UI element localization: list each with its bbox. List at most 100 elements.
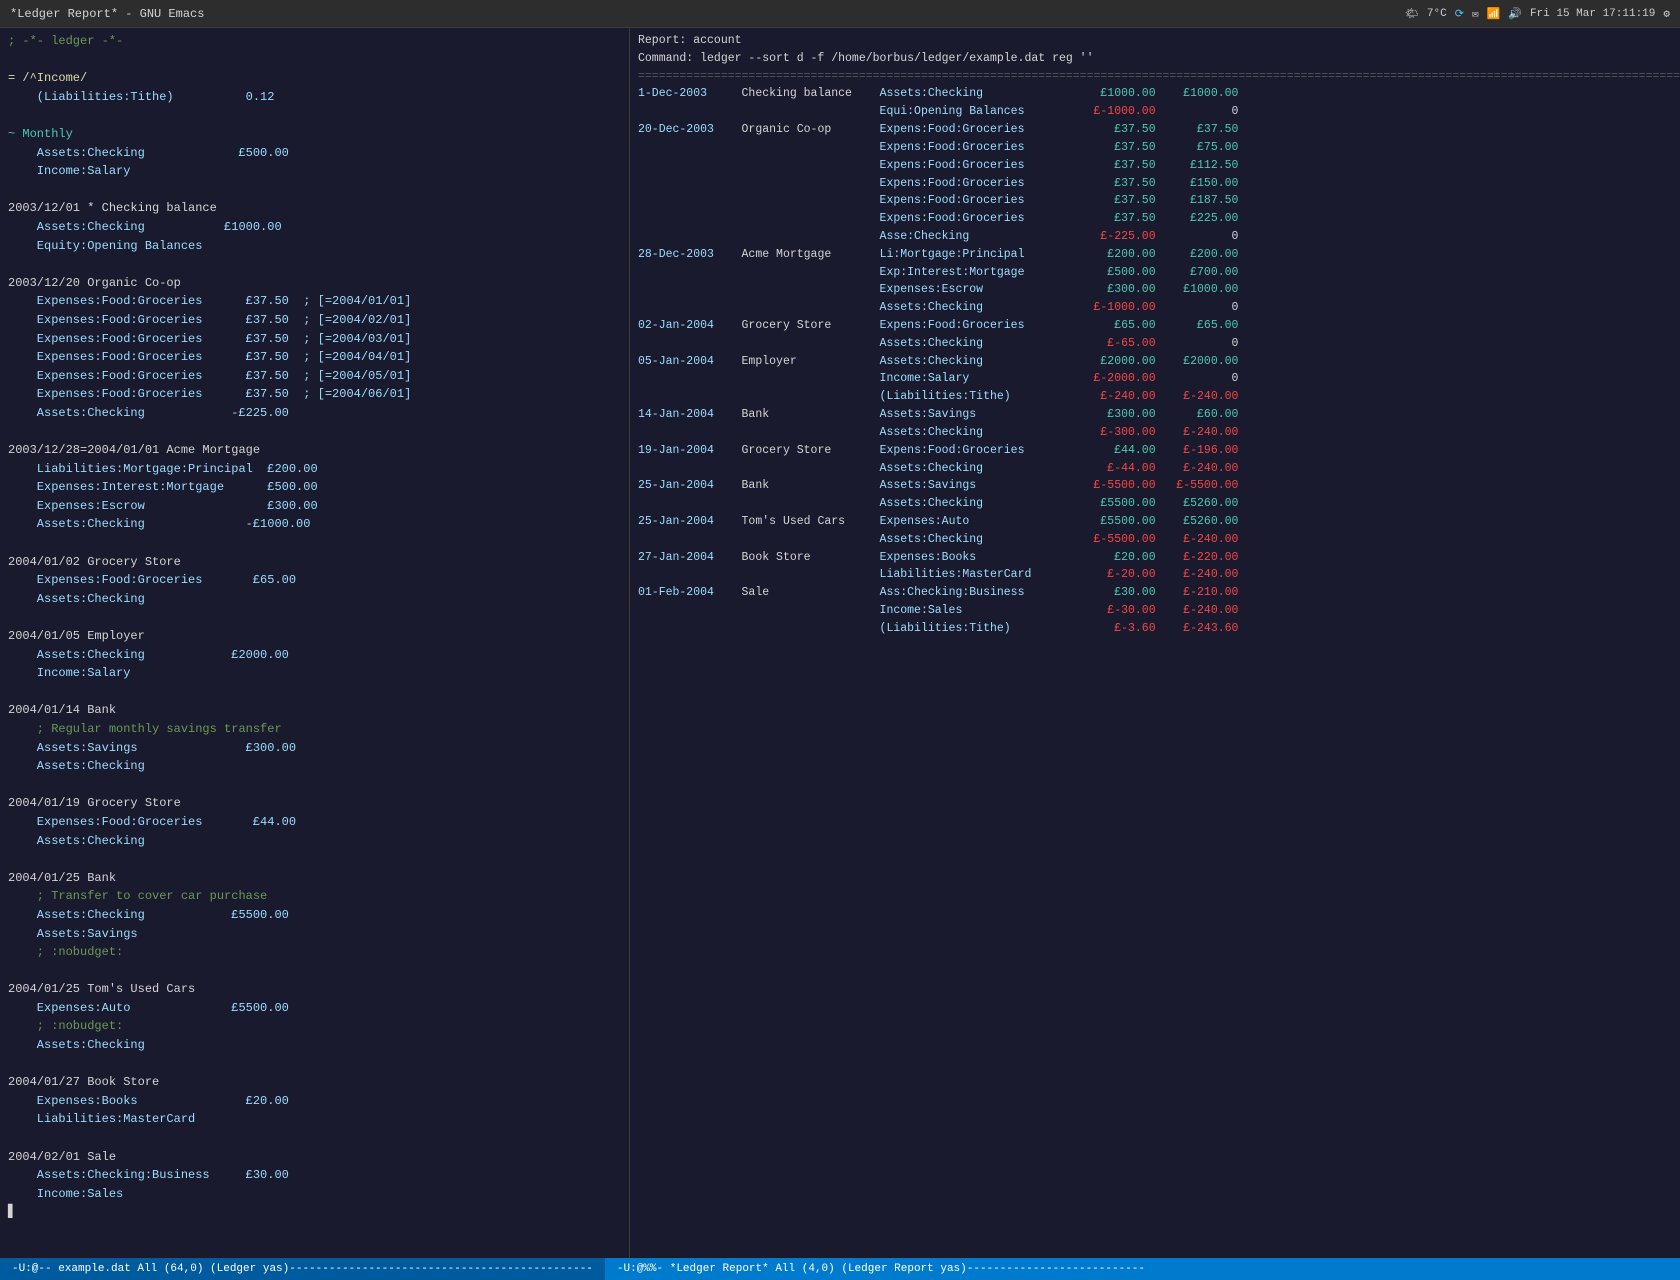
report-divider: ========================================… bbox=[630, 68, 1680, 86]
left-line-28: 2004/01/02 Grocery Store bbox=[0, 553, 629, 572]
report-header-label: Report: account bbox=[630, 32, 1680, 50]
left-content: ; -*- ledger -*- = /^Income/ (Liabilitie… bbox=[0, 32, 629, 1222]
left-line-44 bbox=[0, 850, 629, 869]
left-line-52: Expenses:Auto £5500.00 bbox=[0, 999, 629, 1018]
volume-icon[interactable]: 🔊 bbox=[1508, 7, 1522, 21]
left-line-57: Expenses:Books £20.00 bbox=[0, 1092, 629, 1111]
report-row-0: 1-Dec-2003 Checking balance Assets:Check… bbox=[630, 85, 1680, 103]
report-row-24: 25-Jan-2004 Tom's Used Cars Expenses:Aut… bbox=[630, 513, 1680, 531]
left-line-54: Assets:Checking bbox=[0, 1036, 629, 1055]
report-row-7: Expens:Food:Groceries £37.50 £225.00 bbox=[630, 210, 1680, 228]
left-line-29: Expenses:Food:Groceries £65.00 bbox=[0, 571, 629, 590]
temperature: 7°C bbox=[1427, 8, 1447, 20]
report-row-14: Assets:Checking £-65.00 0 bbox=[630, 335, 1680, 353]
left-line-41: 2004/01/19 Grocery Store bbox=[0, 794, 629, 813]
left-line-8 bbox=[0, 181, 629, 200]
report-row-20: 19-Jan-2004 Grocery Store Expens:Food:Gr… bbox=[630, 442, 1680, 460]
left-line-59 bbox=[0, 1129, 629, 1148]
left-line-33: Assets:Checking £2000.00 bbox=[0, 646, 629, 665]
right-content: Report: accountCommand: ledger --sort d … bbox=[630, 32, 1680, 638]
left-line-61: Assets:Checking:Business £30.00 bbox=[0, 1166, 629, 1185]
sync-icon[interactable]: ⟳ bbox=[1455, 7, 1464, 21]
report-row-2: 20-Dec-2003 Organic Co-op Expens:Food:Gr… bbox=[630, 121, 1680, 139]
report-row-1: Equi:Opening Balances £-1000.00 0 bbox=[630, 103, 1680, 121]
left-line-19: Expenses:Food:Groceries £37.50 ; [=2004/… bbox=[0, 385, 629, 404]
left-line-25: Expenses:Escrow £300.00 bbox=[0, 497, 629, 516]
left-line-21 bbox=[0, 422, 629, 441]
left-line-47: Assets:Checking £5500.00 bbox=[0, 906, 629, 925]
left-line-49: ; :nobudget: bbox=[0, 943, 629, 962]
report-row-22: 25-Jan-2004 Bank Assets:Savings £-5500.0… bbox=[630, 477, 1680, 495]
report-row-11: Expenses:Escrow £300.00 £1000.00 bbox=[630, 281, 1680, 299]
left-line-42: Expenses:Food:Groceries £44.00 bbox=[0, 813, 629, 832]
report-row-6: Expens:Food:Groceries £37.50 £187.50 bbox=[630, 192, 1680, 210]
left-line-7: Income:Salary bbox=[0, 162, 629, 181]
left-line-13: 2003/12/20 Organic Co-op bbox=[0, 274, 629, 293]
statusbar-left-text: -U:@-- example.dat All (64,0) (Ledger ya… bbox=[12, 1263, 593, 1275]
left-line-10: Assets:Checking £1000.00 bbox=[0, 218, 629, 237]
left-line-26: Assets:Checking -£1000.00 bbox=[0, 515, 629, 534]
left-line-24: Expenses:Interest:Mortgage £500.00 bbox=[0, 478, 629, 497]
left-line-0: ; -*- ledger -*- bbox=[0, 32, 629, 51]
report-row-3: Expens:Food:Groceries £37.50 £75.00 bbox=[630, 139, 1680, 157]
report-row-15: 05-Jan-2004 Employer Assets:Checking £20… bbox=[630, 353, 1680, 371]
right-pane[interactable]: Report: accountCommand: ledger --sort d … bbox=[630, 28, 1680, 1258]
report-row-4: Expens:Food:Groceries £37.50 £112.50 bbox=[630, 157, 1680, 175]
left-line-53: ; :nobudget: bbox=[0, 1017, 629, 1036]
left-pane[interactable]: ; -*- ledger -*- = /^Income/ (Liabilitie… bbox=[0, 28, 630, 1258]
clock: Fri 15 Mar 17:11:19 bbox=[1530, 8, 1655, 20]
left-line-38: Assets:Savings £300.00 bbox=[0, 739, 629, 758]
left-line-45: 2004/01/25 Bank bbox=[0, 869, 629, 888]
statusbar: -U:@-- example.dat All (64,0) (Ledger ya… bbox=[0, 1258, 1680, 1280]
statusbar-right-text: -U:@%%- *Ledger Report* All (4,0) (Ledge… bbox=[617, 1263, 1145, 1275]
main-container: ; -*- ledger -*- = /^Income/ (Liabilitie… bbox=[0, 28, 1680, 1258]
left-line-30: Assets:Checking bbox=[0, 590, 629, 609]
report-row-8: Asse:Checking £-225.00 0 bbox=[630, 228, 1680, 246]
titlebar-right: 🌤 7°C ⟳ ✉ 📶 🔊 Fri 15 Mar 17:11:19 ⚙ bbox=[1405, 7, 1670, 21]
network-icon: 📶 bbox=[1487, 7, 1501, 21]
report-row-21: Assets:Checking £-44.00 £-240.00 bbox=[630, 460, 1680, 478]
titlebar-title: *Ledger Report* - GNU Emacs bbox=[10, 7, 204, 21]
left-line-27 bbox=[0, 534, 629, 553]
left-line-48: Assets:Savings bbox=[0, 925, 629, 944]
left-line-12 bbox=[0, 255, 629, 274]
left-line-62: Income:Sales bbox=[0, 1185, 629, 1204]
report-row-30: (Liabilities:Tithe) £-3.60 £-243.60 bbox=[630, 620, 1680, 638]
statusbar-left: -U:@-- example.dat All (64,0) (Ledger ya… bbox=[0, 1258, 605, 1280]
left-line-17: Expenses:Food:Groceries £37.50 ; [=2004/… bbox=[0, 348, 629, 367]
mail-icon[interactable]: ✉ bbox=[1472, 7, 1479, 21]
settings-icon[interactable]: ⚙ bbox=[1663, 7, 1670, 21]
report-row-28: 01-Feb-2004 Sale Ass:Checking:Business £… bbox=[630, 584, 1680, 602]
left-line-6: Assets:Checking £500.00 bbox=[0, 144, 629, 163]
report-row-10: Exp:Interest:Mortgage £500.00 £700.00 bbox=[630, 264, 1680, 282]
left-line-5: ~ Monthly bbox=[0, 125, 629, 144]
left-line-63: ▋ bbox=[0, 1203, 629, 1222]
left-line-15: Expenses:Food:Groceries £37.50 ; [=2004/… bbox=[0, 311, 629, 330]
titlebar: *Ledger Report* - GNU Emacs 🌤 7°C ⟳ ✉ 📶 … bbox=[0, 0, 1680, 28]
report-row-13: 02-Jan-2004 Grocery Store Expens:Food:Gr… bbox=[630, 317, 1680, 335]
report-row-29: Income:Sales £-30.00 £-240.00 bbox=[630, 602, 1680, 620]
weather-icon: 🌤 bbox=[1405, 7, 1419, 21]
report-row-17: (Liabilities:Tithe) £-240.00 £-240.00 bbox=[630, 388, 1680, 406]
left-line-58: Liabilities:MasterCard bbox=[0, 1110, 629, 1129]
left-line-46: ; Transfer to cover car purchase bbox=[0, 887, 629, 906]
left-line-35 bbox=[0, 683, 629, 702]
report-row-5: Expens:Food:Groceries £37.50 £150.00 bbox=[630, 175, 1680, 193]
left-line-4 bbox=[0, 106, 629, 125]
report-row-23: Assets:Checking £5500.00 £5260.00 bbox=[630, 495, 1680, 513]
left-line-1 bbox=[0, 51, 629, 70]
left-line-20: Assets:Checking -£225.00 bbox=[0, 404, 629, 423]
report-row-26: 27-Jan-2004 Book Store Expenses:Books £2… bbox=[630, 549, 1680, 567]
left-line-55 bbox=[0, 1055, 629, 1074]
left-line-14: Expenses:Food:Groceries £37.50 ; [=2004/… bbox=[0, 292, 629, 311]
report-row-18: 14-Jan-2004 Bank Assets:Savings £300.00 … bbox=[630, 406, 1680, 424]
left-line-50 bbox=[0, 962, 629, 981]
left-line-56: 2004/01/27 Book Store bbox=[0, 1073, 629, 1092]
left-line-34: Income:Salary bbox=[0, 664, 629, 683]
left-line-60: 2004/02/01 Sale bbox=[0, 1148, 629, 1167]
report-row-9: 28-Dec-2003 Acme Mortgage Li:Mortgage:Pr… bbox=[630, 246, 1680, 264]
left-line-32: 2004/01/05 Employer bbox=[0, 627, 629, 646]
report-header-command: Command: ledger --sort d -f /home/borbus… bbox=[630, 50, 1680, 68]
report-row-16: Income:Salary £-2000.00 0 bbox=[630, 370, 1680, 388]
left-line-23: Liabilities:Mortgage:Principal £200.00 bbox=[0, 460, 629, 479]
